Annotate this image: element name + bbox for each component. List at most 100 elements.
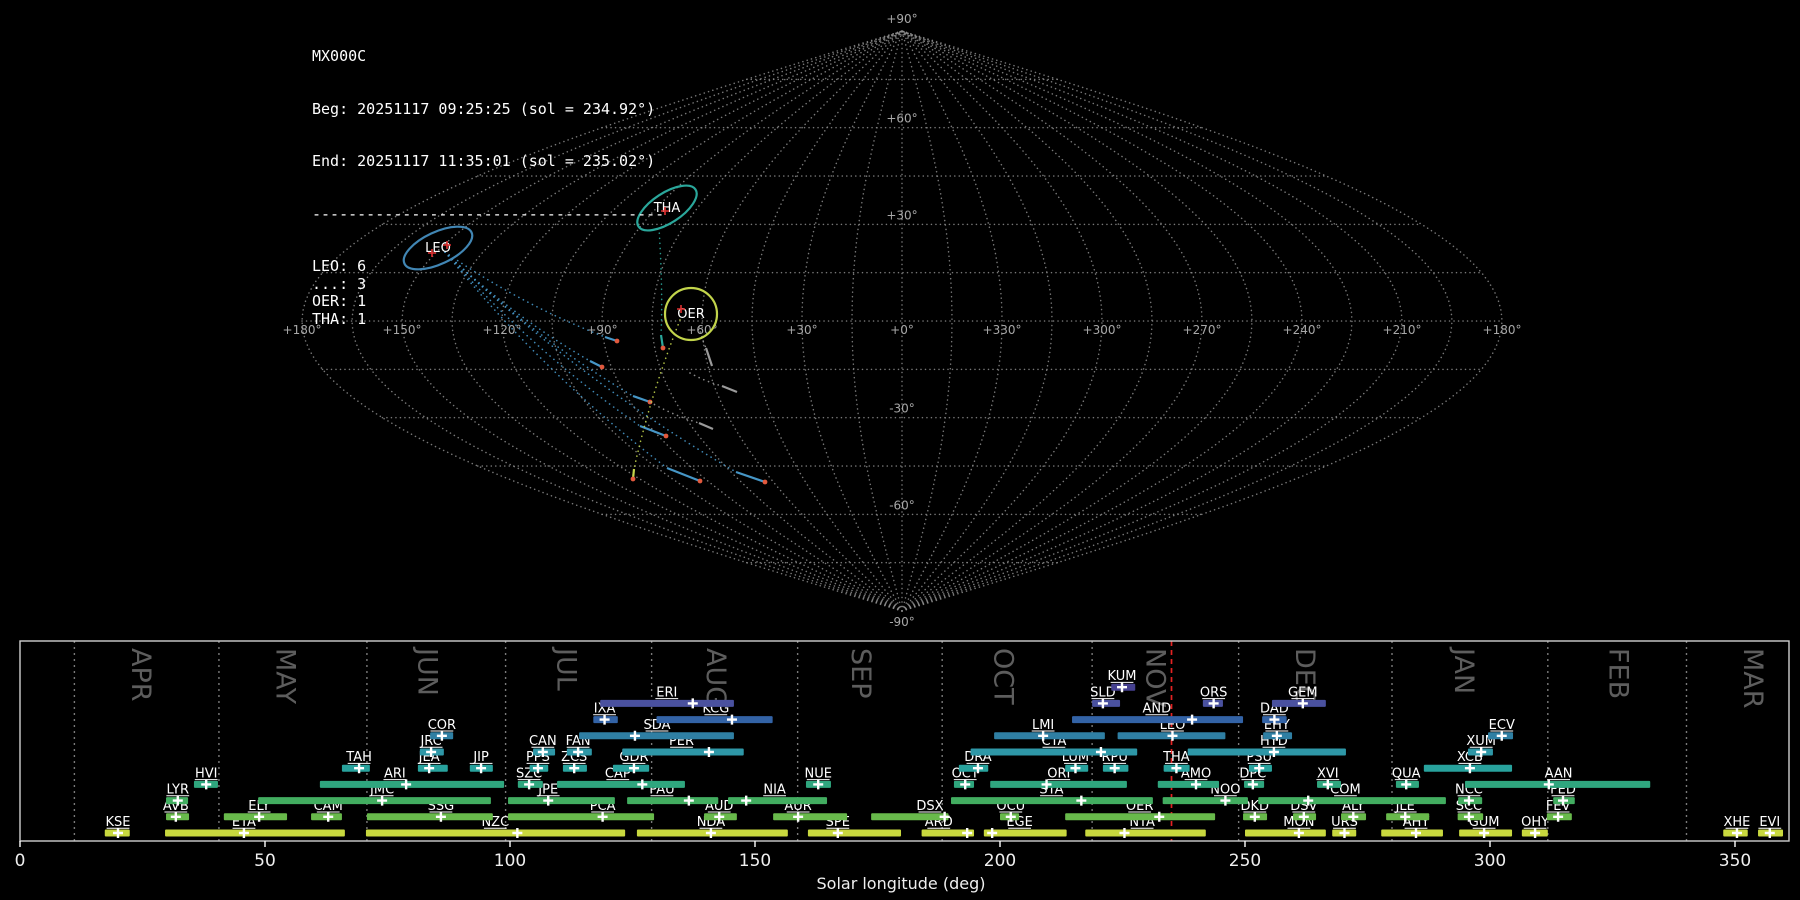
shower-nue: NUE [804, 766, 832, 790]
activity-bar [508, 797, 615, 805]
activity-bar [622, 748, 744, 756]
shower-ors: ORS [1200, 685, 1227, 709]
activity-bar [1085, 829, 1206, 837]
activity-bar [970, 748, 1138, 756]
shower-xhe: XHE [1723, 815, 1750, 838]
meteor-path-segment [735, 470, 766, 484]
latitude-label: +90° [886, 12, 917, 26]
activity-bar [1065, 813, 1216, 821]
longitude-label: +210° [1383, 323, 1422, 337]
latitude-label: +60° [886, 112, 917, 126]
activity-bar [319, 780, 505, 788]
activity-bar [1072, 716, 1244, 724]
x-axis-tick-label: 350 [1719, 851, 1751, 871]
x-axis-tick-label: 150 [739, 851, 771, 871]
shower-evi: EVI [1758, 815, 1784, 838]
longitude-label: +240° [1283, 323, 1322, 337]
meteor-end-dot [599, 364, 605, 370]
latitude-label: +30° [886, 208, 917, 222]
meteor-trail [689, 372, 723, 387]
shower-count: OER: 1 [312, 292, 367, 310]
longitude-label: +180° [1483, 323, 1522, 337]
sky-map-and-timeline-plot: +180° +150° +120° +90° +60° +30° +0° +330° +300°… [15, 12, 1790, 893]
shower-can: CAN [529, 734, 557, 757]
longitude-label: +330° [983, 323, 1022, 337]
latitude-label: -60° [889, 498, 915, 512]
shower-dsx: DSX [871, 799, 950, 822]
activity-bar [1465, 780, 1651, 788]
activity-bar [1162, 797, 1248, 805]
shower-ege: EGE [983, 815, 1067, 838]
activity-bar [258, 797, 491, 805]
meteor-path-segment [632, 394, 651, 404]
activity-bar [1187, 748, 1346, 756]
x-axis-tick-label: 0 [15, 851, 26, 871]
shower-cor: COR [428, 718, 456, 741]
shower-kum: KUM [1108, 669, 1136, 693]
meteor-path-segment [721, 384, 738, 394]
month-label: OCT [987, 648, 1018, 705]
meteor-end-dot [697, 478, 703, 484]
month-label: FEB [1602, 648, 1633, 699]
month-label: JUN [412, 646, 443, 696]
activity-timeline: APR MAY JUN JUL AUG SEP OCT NOV DEC JAN FEB MARKSE E… [15, 640, 1790, 893]
longitude-label: +30° [786, 323, 817, 337]
x-axis-tick-label: 100 [494, 851, 526, 871]
x-axis-title: Solar longitude (deg) [817, 874, 986, 893]
activity-bar [165, 829, 345, 837]
shower-qua: QUA [1392, 766, 1421, 790]
meteor-end-dot [630, 476, 636, 482]
activity-bar [994, 732, 1105, 740]
shower-tha: THA [1162, 750, 1190, 774]
end-time: End: 20251117 11:35:01 (sol = 235.02°) [312, 152, 656, 170]
meteor-path-segment [698, 421, 714, 431]
activity-bar [557, 780, 685, 788]
longitude-label: +60° [686, 323, 717, 337]
meridian-gridline [901, 30, 1353, 612]
shower-count-list: LEO: 6...: 3 OER: 1 THA: 1 [312, 257, 664, 328]
shower-count: THA: 1 [312, 309, 367, 328]
x-axis-tick-label: 250 [1229, 851, 1261, 871]
shower-ecv: ECV [1488, 718, 1515, 741]
meteor-end-dot [762, 479, 768, 485]
meteor-station-screen: MX000C Beg: 20251117 09:25:25 (sol = 234… [0, 0, 1800, 900]
activity-bar [990, 780, 1127, 788]
activity-bar [656, 716, 773, 724]
activity-bar [627, 797, 719, 805]
begin-time: Beg: 20251117 09:25:25 (sol = 234.92°) [312, 99, 656, 118]
shower-jip: JIP [469, 750, 493, 774]
meridian-gridline [901, 30, 1453, 612]
shower-ohy: OHY [1521, 815, 1549, 838]
activity-bar [1258, 797, 1446, 805]
observation-info: MX000C Beg: 20251117 09:25:25 (sol = 234… [312, 13, 664, 363]
activity-bar [773, 813, 848, 821]
activity-bar [600, 699, 734, 707]
activity-bar [508, 813, 655, 821]
activity-bar [951, 797, 1153, 805]
shower-lyr: LYR [166, 783, 190, 806]
month-label: JUL [550, 646, 581, 691]
shower-count: ...: 3 [312, 274, 367, 293]
shower-kse: KSE [104, 815, 131, 838]
station-id: MX000C [312, 47, 367, 65]
shower-tah: TAH [341, 750, 372, 774]
meteor-end-dot [663, 433, 669, 439]
activity-bar [807, 829, 902, 837]
separator-line: --------------------------------------- [312, 204, 665, 223]
month-label: APR [125, 648, 156, 702]
meteor-trail [649, 401, 700, 424]
month-label: MAY [270, 648, 301, 705]
shower-xvi: XVI [1316, 766, 1342, 790]
meteor-spo [689, 372, 738, 394]
activity-bar [365, 829, 626, 837]
activity-bar [1157, 780, 1220, 788]
meteor-path-segment [639, 424, 667, 438]
latitude-label: -90° [889, 615, 915, 629]
shower-count: LEO: 6 [312, 257, 367, 275]
shower-hvi: HVI [193, 766, 218, 790]
month-label: SEP [845, 648, 876, 698]
x-axis-tick-label: 200 [984, 851, 1016, 871]
activity-bar [579, 732, 734, 740]
longitude-label: +270° [1183, 323, 1222, 337]
month-label: NOV [1139, 648, 1170, 708]
